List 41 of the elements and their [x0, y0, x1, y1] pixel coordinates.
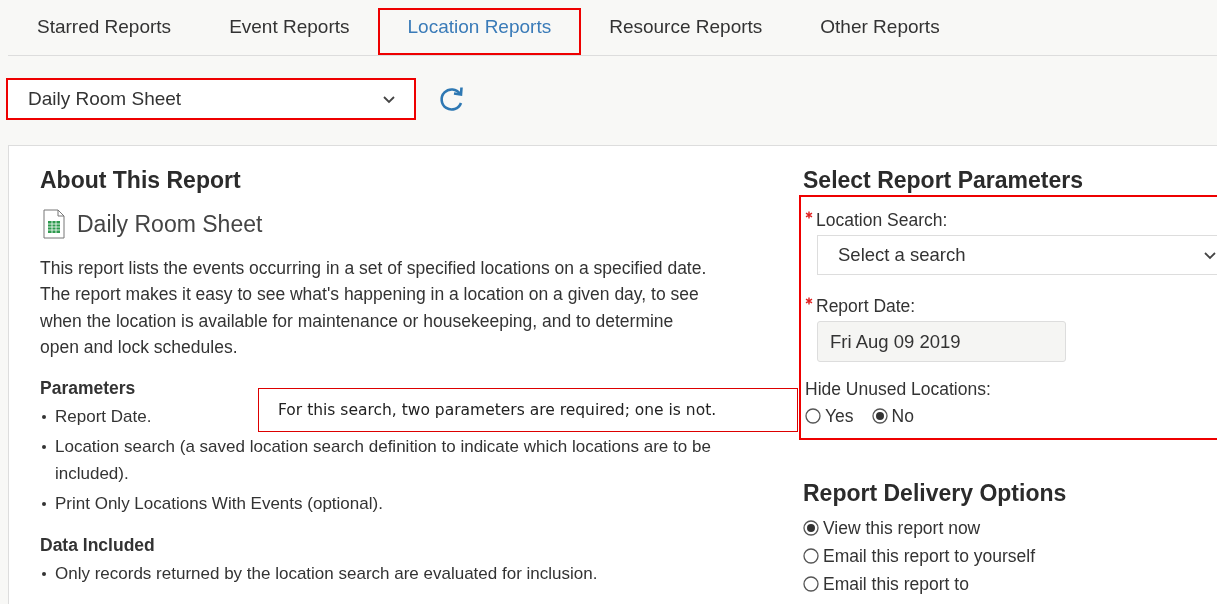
annotation-callout: For this search, two parameters are required; one is not.: [258, 388, 798, 432]
chevron-down-icon: [1203, 250, 1217, 260]
report-tab[interactable]: Resource Reports: [580, 0, 792, 55]
radio-button[interactable]: [803, 520, 819, 536]
list-item-text: Location search (a saved location search definition to indicate which locations are to be included).: [55, 436, 712, 486]
report-tab[interactable]: Starred Reports: [8, 0, 201, 55]
report-tab[interactable]: Location Reports: [378, 0, 581, 55]
radio-label: Email this report to: [823, 573, 969, 596]
bullet-icon: [42, 415, 46, 420]
bullet-icon: [42, 445, 46, 450]
list-item-text: Report Date.: [55, 406, 152, 429]
search-dropdown[interactable]: Select a search: [817, 235, 1217, 275]
radio-button[interactable]: [803, 576, 819, 592]
subsection-heading: Data Included: [40, 534, 156, 558]
radio-button[interactable]: [805, 408, 821, 424]
radio-button[interactable]: [803, 548, 819, 564]
report-dropdown[interactable]: Daily Room Sheet: [6, 78, 416, 120]
list-item-text: Print Only Locations With Events (optional).: [55, 493, 383, 516]
bullet-icon: [42, 502, 46, 507]
report-tab[interactable]: Event Reports: [200, 0, 379, 55]
date-field[interactable]: Fri Aug 09 2019: [817, 321, 1066, 362]
radio-label: No: [891, 405, 914, 428]
spreadsheet-icon: [43, 209, 65, 239]
report-tab[interactable]: Other Reports: [791, 0, 969, 55]
chevron-down-icon: [382, 94, 396, 104]
report-name: Daily Room Sheet: [77, 210, 263, 238]
section-heading: Report Delivery Options: [803, 479, 1068, 508]
field-label: Hide Unused Locations:: [805, 378, 991, 400]
field-label: Report Date:: [816, 295, 916, 317]
radio-label: Yes: [825, 405, 854, 428]
section-heading: Select Report Parameters: [803, 166, 1084, 195]
bullet-icon: [42, 572, 46, 577]
section-heading: About This Report: [40, 166, 242, 195]
radio-button[interactable]: [871, 408, 888, 424]
subsection-heading: Parameters: [40, 377, 137, 401]
radio-label: Email this report to yourself: [823, 545, 1036, 568]
list-item-text: Only records returned by the location search are evaluated for inclusion.: [55, 563, 598, 586]
refresh-icon[interactable]: [438, 86, 466, 112]
report-description: This report lists the events occurring in a set of specified locations on a specified date. The report makes it easy to see what's happening in a location on a given day, to see when the location is available for maintenance or housekeeping, and to determine open and lock schedules.: [40, 257, 708, 359]
field-label: Location Search:: [816, 209, 948, 231]
radio-label: View this report now: [823, 517, 981, 540]
